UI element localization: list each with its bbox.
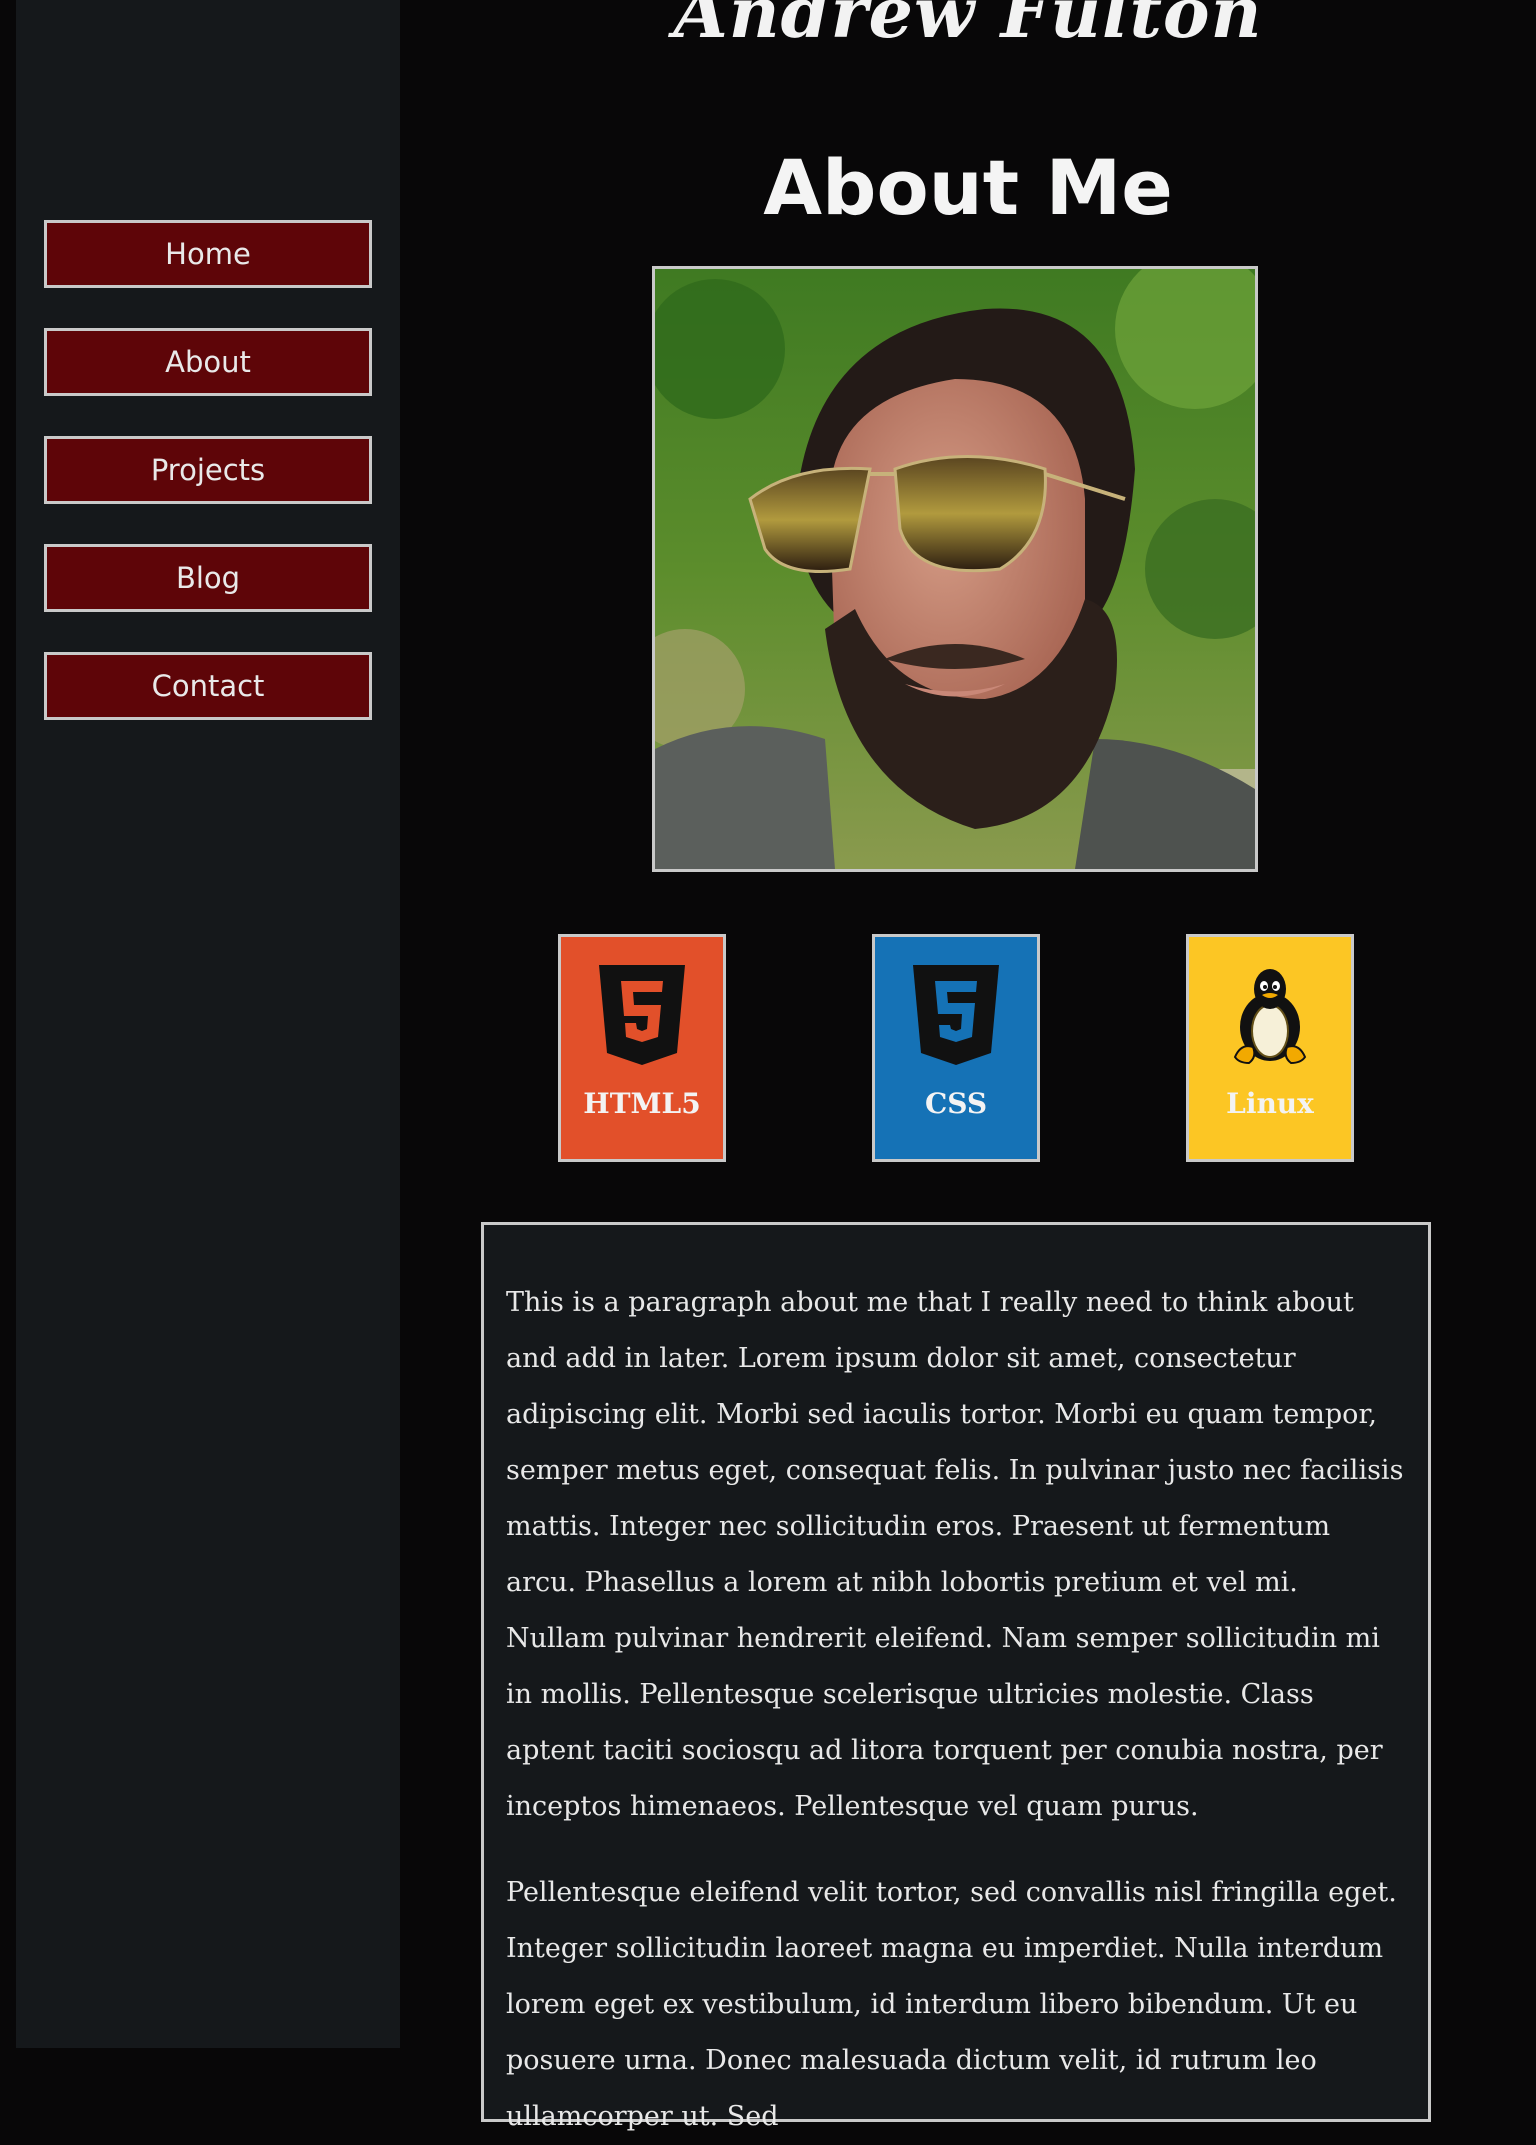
site-title: Andrew Fulton [673,0,1263,54]
nav-about-button[interactable]: About [44,328,372,396]
sidebar: Home About Projects Blog Contact [16,0,400,2048]
skill-tile-linux: Linux [1186,934,1354,1162]
skill-label: CSS [924,1087,988,1120]
css3-icon [913,965,999,1069]
about-text-box: This is a paragraph about me that I real… [481,1222,1431,2132]
about-paragraph: This is a paragraph about me that I real… [506,1287,1404,1822]
nav-blog-button[interactable]: Blog [44,544,372,612]
left-edge [0,0,16,2048]
skill-tile-css: CSS [872,934,1040,1162]
skill-label: HTML5 [583,1087,701,1120]
nav-projects-button[interactable]: Projects [44,436,372,504]
page-title: About Me [763,143,1173,232]
linux-tux-icon [1227,965,1313,1069]
nav-contact-button[interactable]: Contact [44,652,372,720]
html5-icon [599,965,685,1069]
skills-row: HTML5 CSS Linux [400,934,1536,1162]
about-paragraph: Pellentesque eleifend velit tortor, sed … [506,1877,1397,2132]
skill-tile-html5: HTML5 [558,934,726,1162]
profile-photo [652,266,1258,872]
skill-label: Linux [1226,1087,1314,1120]
nav-home-button[interactable]: Home [44,220,372,288]
main-content: Andrew Fulton About Me HTML5 CSS Linux T… [400,0,1536,2132]
main-nav: Home About Projects Blog Contact [44,220,372,760]
